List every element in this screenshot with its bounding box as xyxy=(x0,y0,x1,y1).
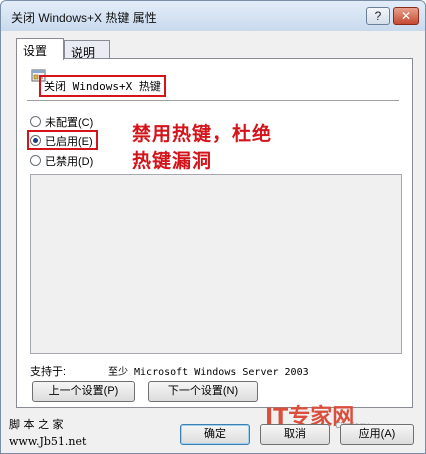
divider xyxy=(27,100,399,101)
supported-on-label: 支持于: xyxy=(30,366,67,378)
tab-settings[interactable]: 设置 xyxy=(16,38,64,60)
site-watermark: 脚 本 之 家 www.Jb51.net xyxy=(9,416,86,450)
title-bar[interactable]: 关闭 Windows+X 热键 属性 ? ✕ xyxy=(1,1,425,31)
annotation-text: 禁用热键，杜绝 热键漏洞 xyxy=(132,121,322,175)
settings-panel: 关闭 Windows+X 热键 未配置(C) 已启用(E) 已禁用(D) 禁用热… xyxy=(16,58,413,408)
it-watermark-logo: IT专家网 Ciociogy xyxy=(265,399,425,430)
supported-on-value: 至少 Microsoft Windows Server 2003 xyxy=(108,367,309,378)
help-button[interactable]: ? xyxy=(366,7,390,25)
cancel-button[interactable]: 取消 xyxy=(260,424,330,445)
apply-button[interactable]: 应用(A) xyxy=(340,424,414,445)
site-url: www.Jb51.net xyxy=(9,435,87,448)
close-button[interactable]: ✕ xyxy=(393,7,419,25)
site-name: 脚 本 之 家 xyxy=(9,418,64,431)
previous-setting-button[interactable]: 上一个设置(P) xyxy=(32,381,135,402)
enabled-highlight-box xyxy=(27,130,98,150)
properties-dialog: 关闭 Windows+X 热键 属性 ? ✕ 设置 说明 关闭 Windows+… xyxy=(0,0,426,454)
policy-header: 关闭 Windows+X 热键 xyxy=(25,65,325,97)
radio-label-not-configured: 未配置(C) xyxy=(45,117,94,129)
window-title: 关闭 Windows+X 热键 属性 xyxy=(11,11,157,25)
tab-explain[interactable]: 说明 xyxy=(64,40,110,60)
ok-button[interactable]: 确定 xyxy=(180,424,250,445)
comment-area xyxy=(30,174,402,354)
radio-label-disabled: 已禁用(D) xyxy=(45,156,94,168)
radio-button[interactable] xyxy=(30,155,41,166)
radio-button[interactable] xyxy=(30,116,41,127)
annotation-line-1: 禁用热键，杜绝 xyxy=(132,123,273,145)
policy-name: 关闭 Windows+X 热键 xyxy=(39,75,166,97)
annotation-line-2: 热键漏洞 xyxy=(132,150,213,172)
next-setting-button[interactable]: 下一个设置(N) xyxy=(148,381,258,402)
